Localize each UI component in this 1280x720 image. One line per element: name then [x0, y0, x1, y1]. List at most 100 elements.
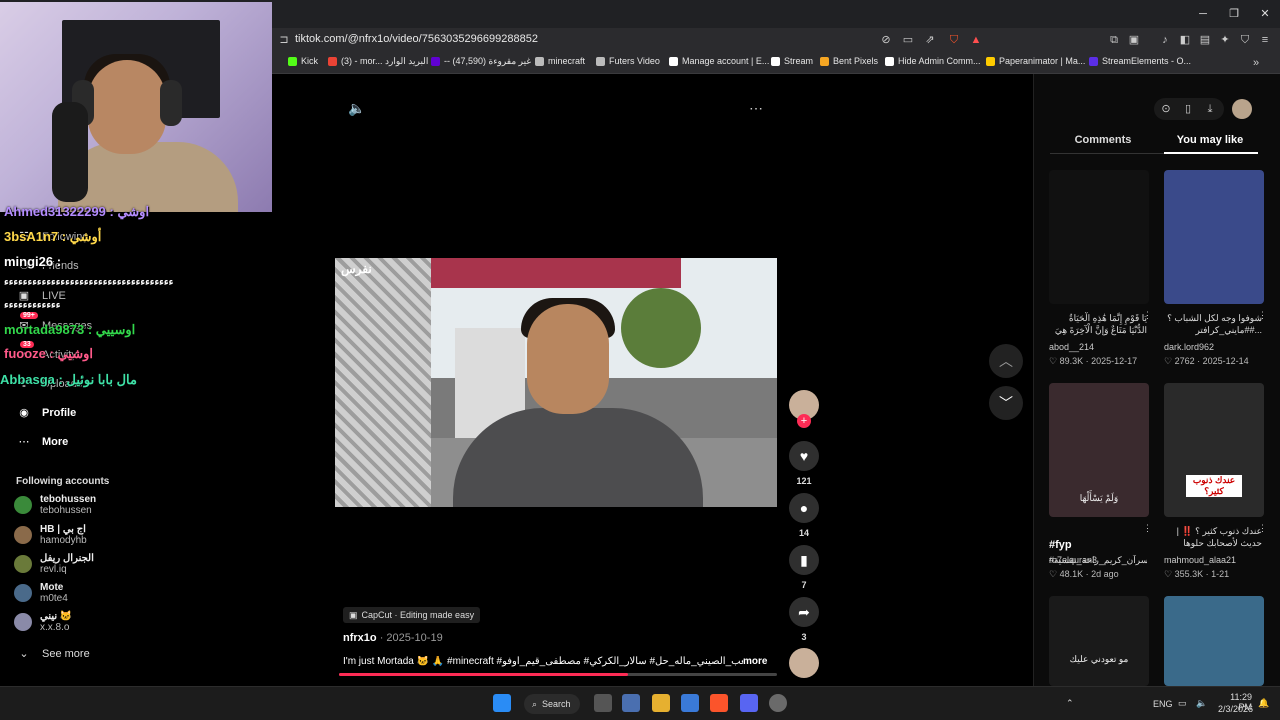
previous-video-button[interactable]: ︿: [989, 344, 1023, 378]
comment-button[interactable]: ●: [789, 493, 819, 523]
following-account[interactable]: HB | اج بي hamodyhb: [14, 524, 87, 546]
bookmark-item[interactable]: Futers Video: [596, 56, 660, 66]
network-icon[interactable]: ▭: [1178, 698, 1187, 709]
task-view-icon[interactable]: [594, 694, 612, 712]
card-caption[interactable]: يَا قَوْمِ إِنَّمَا هَٰذِهِ الْحَيَاةُ ا…: [1049, 312, 1147, 336]
card-options-icon[interactable]: ⋮: [1143, 310, 1152, 321]
download-icon[interactable]: ⤓: [1202, 101, 1218, 117]
like-button[interactable]: ♥: [789, 441, 819, 471]
brave-rewards-icon[interactable]: ▲: [968, 32, 984, 48]
tab-comments[interactable]: Comments: [1051, 134, 1155, 146]
tab-icon[interactable]: ▣: [1126, 32, 1142, 48]
more-options-icon[interactable]: ⋯: [748, 100, 764, 116]
sidebar-item-profile[interactable]: ◉ Profile: [16, 405, 76, 421]
recommended-video-thumbnail[interactable]: [1049, 170, 1149, 304]
site-info-icon[interactable]: ⊐: [276, 32, 292, 48]
phone-icon[interactable]: ▯: [1180, 101, 1196, 117]
see-more-button[interactable]: ⌄ See more: [16, 646, 89, 662]
bookmark-item[interactable]: -- غير مقروءة (47,590): [431, 56, 531, 67]
wallet-icon[interactable]: ▤: [1197, 32, 1213, 48]
tab-you-may-like[interactable]: You may like: [1158, 134, 1262, 146]
following-account[interactable]: Mote m0te4: [14, 582, 68, 604]
profile-icon: ◉: [19, 407, 29, 419]
store-icon[interactable]: [681, 694, 699, 712]
compass-icon[interactable]: ⊙: [1158, 101, 1174, 117]
caption-more-link[interactable]: more: [743, 656, 767, 667]
card-caption[interactable]: شوفوا وجه لكل الشباب ؟ #مايني_كرافتر#...: [1164, 312, 1262, 336]
card-username[interactable]: dark.lord962: [1164, 342, 1214, 352]
recommended-video-thumbnail[interactable]: وَلَمْ يَسْأَلْهَا: [1049, 383, 1149, 517]
volume-icon[interactable]: 🔈: [348, 100, 365, 116]
following-account[interactable]: نيني 🐱 x.x.8.o: [14, 611, 72, 633]
next-video-button[interactable]: ﹀: [989, 386, 1023, 420]
recommended-video-thumbnail[interactable]: عندك ذنوب كثير؟: [1164, 383, 1264, 517]
recommended-video-thumbnail[interactable]: مو تعودني عليك: [1049, 596, 1149, 686]
card-username[interactable]: ro7elquran3: [1049, 555, 1097, 565]
url-text[interactable]: tiktok.com/@nfrx1o/video/756303529669928…: [295, 33, 538, 45]
card-options-icon[interactable]: ⋮: [1258, 310, 1267, 321]
video-watermark: نفرس: [341, 262, 372, 276]
minimize-icon[interactable]: ─: [1195, 6, 1211, 22]
vpn-icon[interactable]: ⛉: [1237, 32, 1253, 48]
music-disc-avatar[interactable]: [789, 648, 819, 678]
discord-icon[interactable]: [740, 694, 758, 712]
clock-date[interactable]: 2/3/2026: [1218, 704, 1253, 714]
no-cast-icon[interactable]: ⊘: [878, 32, 894, 48]
ai-icon[interactable]: ✦: [1217, 32, 1233, 48]
volume-tray-icon[interactable]: 🔈: [1196, 698, 1207, 709]
menu-icon[interactable]: ≡: [1257, 32, 1273, 48]
card-options-icon[interactable]: ⋮: [1258, 523, 1267, 534]
share-button[interactable]: ➦: [789, 597, 819, 627]
bookmark-item[interactable]: Paperanimator | Ma...: [986, 56, 1085, 66]
card-caption[interactable]: عندك ذنوب كثير ؟ ‼️ | حديث لأصحابك حلوها…: [1164, 525, 1262, 549]
follow-plus-icon[interactable]: +: [797, 414, 811, 428]
close-icon[interactable]: ✕: [1257, 6, 1273, 22]
capcut-badge[interactable]: ▣ CapCut · Editing made easy: [343, 607, 481, 623]
widgets-icon[interactable]: [622, 694, 640, 712]
user-avatar[interactable]: [1232, 99, 1252, 119]
card-username[interactable]: abod__214: [1049, 342, 1094, 352]
following-account[interactable]: tebohussen tebohussen: [14, 494, 96, 516]
tray-overflow-icon[interactable]: ⌃: [1066, 698, 1074, 709]
bookmark-item[interactable]: Bent Pixels: [820, 56, 878, 66]
restore-icon[interactable]: ❐: [1226, 6, 1242, 22]
save-button[interactable]: ▮: [789, 545, 819, 575]
bookmarks-overflow-icon[interactable]: »: [1248, 55, 1264, 71]
obs-icon[interactable]: [769, 694, 787, 712]
sidebar-item-label: More: [42, 436, 69, 448]
brave-browser-icon[interactable]: [710, 694, 728, 712]
video-player[interactable]: نفرس: [335, 258, 777, 507]
share-icon[interactable]: ⇗: [922, 32, 938, 48]
music-icon[interactable]: ♪: [1157, 32, 1173, 48]
bookmark-favicon-icon: [431, 57, 440, 66]
card-options-icon[interactable]: ⋮: [1143, 523, 1152, 534]
author-name[interactable]: nfrx1o: [343, 632, 377, 644]
card-username[interactable]: mahmoud_alaa21: [1164, 555, 1236, 565]
bookmark-item[interactable]: Hide Admin Comm...: [885, 56, 981, 66]
notification-icon[interactable]: 🔔: [1258, 698, 1269, 709]
language-indicator[interactable]: ENG: [1153, 699, 1173, 709]
sidebar-icon[interactable]: ◧: [1177, 32, 1193, 48]
bookmark-item[interactable]: minecraft: [535, 56, 585, 66]
brave-shield-icon[interactable]: ⛉: [946, 32, 962, 48]
video-author[interactable]: nfrx1o · 2025-10-19: [343, 632, 443, 644]
bookmark-item[interactable]: Stream: [771, 56, 813, 66]
card-hashtag[interactable]: #fyp: [1049, 539, 1072, 551]
recommended-video-thumbnail[interactable]: [1164, 170, 1264, 304]
file-explorer-icon[interactable]: [652, 694, 670, 712]
thumbnail-overlay-text: وَلَمْ يَسْأَلْهَا: [1079, 493, 1119, 503]
bookmark-item[interactable]: StreamElements - O...: [1089, 56, 1191, 66]
bookmark-item[interactable]: Kick: [288, 56, 318, 66]
bookmark-item[interactable]: Manage account | E...: [669, 56, 769, 66]
video-progress-bar[interactable]: [339, 673, 777, 676]
sidebar-item-more[interactable]: ⋯ More: [16, 434, 69, 450]
windows-start-icon[interactable]: [493, 694, 511, 712]
avatar: [14, 496, 32, 514]
card-like-count: 355.3K: [1174, 569, 1204, 579]
screen-icon[interactable]: ▭: [900, 32, 916, 48]
extensions-icon[interactable]: ⧉: [1106, 32, 1122, 48]
recommended-video-thumbnail[interactable]: [1164, 596, 1264, 686]
following-account[interactable]: الجنرال ريفل revl.iq: [14, 553, 94, 575]
bookmark-item[interactable]: (3) - mor... البريد الوارد: [328, 56, 428, 67]
taskbar-search[interactable]: ⌕ Search: [524, 694, 580, 714]
